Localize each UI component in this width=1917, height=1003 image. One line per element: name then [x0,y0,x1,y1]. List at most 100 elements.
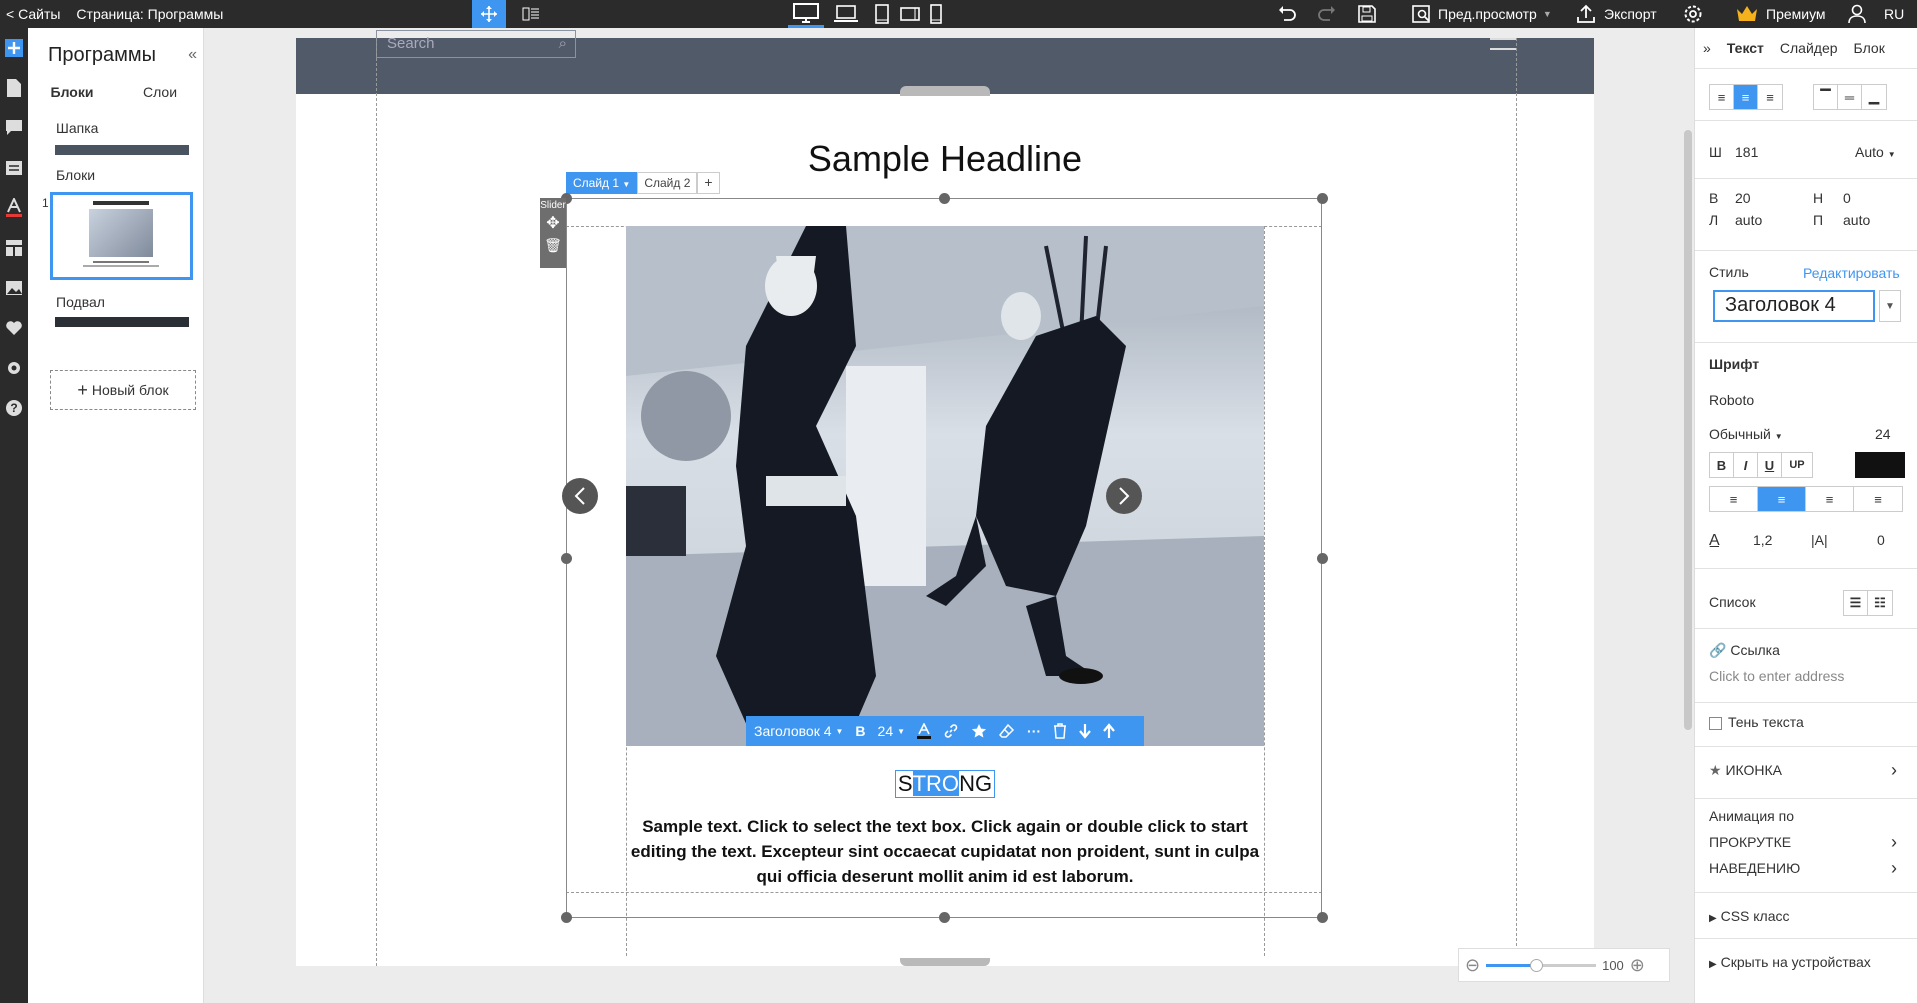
site-header[interactable]: Search ⌕ [296,30,1594,96]
edit-style-link[interactable]: Редактировать [1803,265,1900,281]
move-icon[interactable]: ✥ [540,213,566,233]
right-margin-input[interactable]: auto [1843,212,1870,228]
align-left-button[interactable]: ≡ [1710,85,1734,109]
page-selector[interactable]: Страница: Программы [76,6,223,22]
align-middle-button[interactable]: ═ [1838,85,1862,109]
letter-spacing-input[interactable]: 0 [1877,532,1885,548]
add-element-button[interactable] [0,28,28,68]
left-margin-input[interactable]: auto [1735,212,1762,228]
preview-button[interactable]: Пред.просмотр ▼ [1412,0,1552,28]
tab-layers[interactable]: Слои [116,78,204,106]
settings-button[interactable] [1676,0,1710,28]
font-size-dropdown[interactable]: 24 ▼ [872,716,912,746]
width-input[interactable]: 181 [1735,144,1758,160]
save-button[interactable] [1350,0,1384,28]
font-weight-select[interactable]: Обычный ▼ [1709,426,1783,442]
text-align-center-button[interactable]: ≡ [1758,487,1806,511]
pages-button[interactable] [0,68,28,108]
numbered-list-button[interactable]: ☷ [1868,591,1892,615]
language-switch[interactable]: RU [1884,0,1904,28]
link-row[interactable]: 🔗 Ссылка [1709,642,1780,659]
mobile-view-button[interactable] [918,0,954,28]
align-right-button[interactable]: ≡ [1758,85,1782,109]
bottom-margin-input[interactable]: 0 [1843,190,1851,206]
line-height-input[interactable]: 1,2 [1753,532,1772,548]
zoom-slider-knob[interactable] [1530,958,1544,972]
trash-icon[interactable]: 🗑 [540,237,566,254]
text-align-right-button[interactable]: ≡ [1806,487,1854,511]
search-input[interactable]: Search ⌕ [376,30,576,58]
move-up-button[interactable] [1097,716,1121,746]
clear-format-button[interactable] [993,716,1021,746]
collapse-panel-icon[interactable]: » [1695,40,1719,56]
collapse-panel-icon[interactable]: « [188,46,197,64]
tab-text[interactable]: Текст [1719,40,1772,56]
resize-handle[interactable] [900,958,990,966]
undo-button[interactable] [1270,0,1304,28]
resize-handle[interactable] [1317,912,1328,923]
select-tool-button[interactable] [472,0,506,28]
images-button[interactable] [0,268,28,308]
slide-tab-2[interactable]: Слайд 2 [637,172,698,194]
underline-button[interactable]: U [1758,453,1782,477]
tab-block[interactable]: Блок [1846,40,1893,56]
resize-handle[interactable] [561,912,572,923]
laptop-view-button[interactable] [828,0,864,28]
align-bottom-button[interactable]: ▁ [1862,85,1886,109]
italic-button[interactable]: I [1734,453,1758,477]
text-color-button[interactable] [911,716,937,746]
footer-thumbnail[interactable] [55,317,189,327]
bullet-list-button[interactable]: ☰ [1844,591,1868,615]
new-block-button[interactable]: + Новый блок [50,370,196,410]
prev-slide-button[interactable] [562,478,598,514]
page-headline[interactable]: Sample Headline [296,138,1594,180]
premium-button[interactable]: Премиум [1736,0,1826,28]
slide-image[interactable] [626,226,1264,746]
sample-paragraph[interactable]: Sample text. Click to select the text bo… [626,814,1264,889]
text-align-left-button[interactable]: ≡ [1710,487,1758,511]
export-button[interactable]: Экспорт [1576,0,1657,28]
resize-handle[interactable] [939,193,950,204]
link-address-input[interactable]: Click to enter address [1709,668,1844,684]
site-settings-button[interactable] [0,348,28,388]
resize-handle[interactable] [900,86,990,96]
account-button[interactable] [1840,0,1874,28]
style-dropdown[interactable]: Заголовок 4 ▼ [746,716,849,746]
animation-scroll-row[interactable]: ПРОКРУТКЕ [1709,834,1791,850]
style-select[interactable]: Заголовок 4 [1713,290,1875,322]
text-color-swatch[interactable] [1855,452,1905,478]
header-thumbnail[interactable] [55,145,189,155]
delete-button[interactable] [1047,716,1073,746]
resize-handle[interactable] [939,912,950,923]
tab-blocks[interactable]: Блоки [28,78,116,106]
redo-button[interactable] [1310,0,1344,28]
resize-handle[interactable] [1317,193,1328,204]
uppercase-button[interactable]: UP [1782,453,1812,477]
block-thumbnail-selected[interactable] [50,192,193,280]
desktop-view-button[interactable] [788,0,824,28]
bold-button[interactable]: B [1710,453,1734,477]
font-size-input[interactable]: 24 [1875,426,1891,442]
favorites-button[interactable] [0,308,28,348]
icon-insert-button[interactable] [965,716,993,746]
top-margin-input[interactable]: 20 [1735,190,1751,206]
back-to-sites-link[interactable]: < Сайты [6,6,60,22]
resize-handle[interactable] [561,553,572,564]
tab-slider[interactable]: Слайдер [1772,40,1846,56]
width-mode-dropdown[interactable]: Auto ▼ [1855,144,1896,160]
blocks-library-button[interactable] [0,228,28,268]
font-family-select[interactable]: Roboto [1709,392,1754,408]
comments-button[interactable] [0,108,28,148]
link-button[interactable] [937,716,965,746]
zoom-slider[interactable] [1486,958,1597,972]
layout-tool-button[interactable] [514,0,548,28]
help-button[interactable]: ? [0,388,28,428]
strong-heading[interactable]: STRONG [894,770,996,798]
css-class-row[interactable]: ▶ CSS класс [1709,908,1790,924]
text-shadow-checkbox[interactable] [1709,716,1722,730]
text-shadow-toggle[interactable]: Тень текста [1709,714,1804,730]
hamburger-menu-icon[interactable] [1490,38,1516,50]
next-slide-button[interactable] [1106,478,1142,514]
style-dropdown-toggle[interactable]: ▼ [1879,290,1901,322]
bold-button[interactable]: B [849,716,871,746]
